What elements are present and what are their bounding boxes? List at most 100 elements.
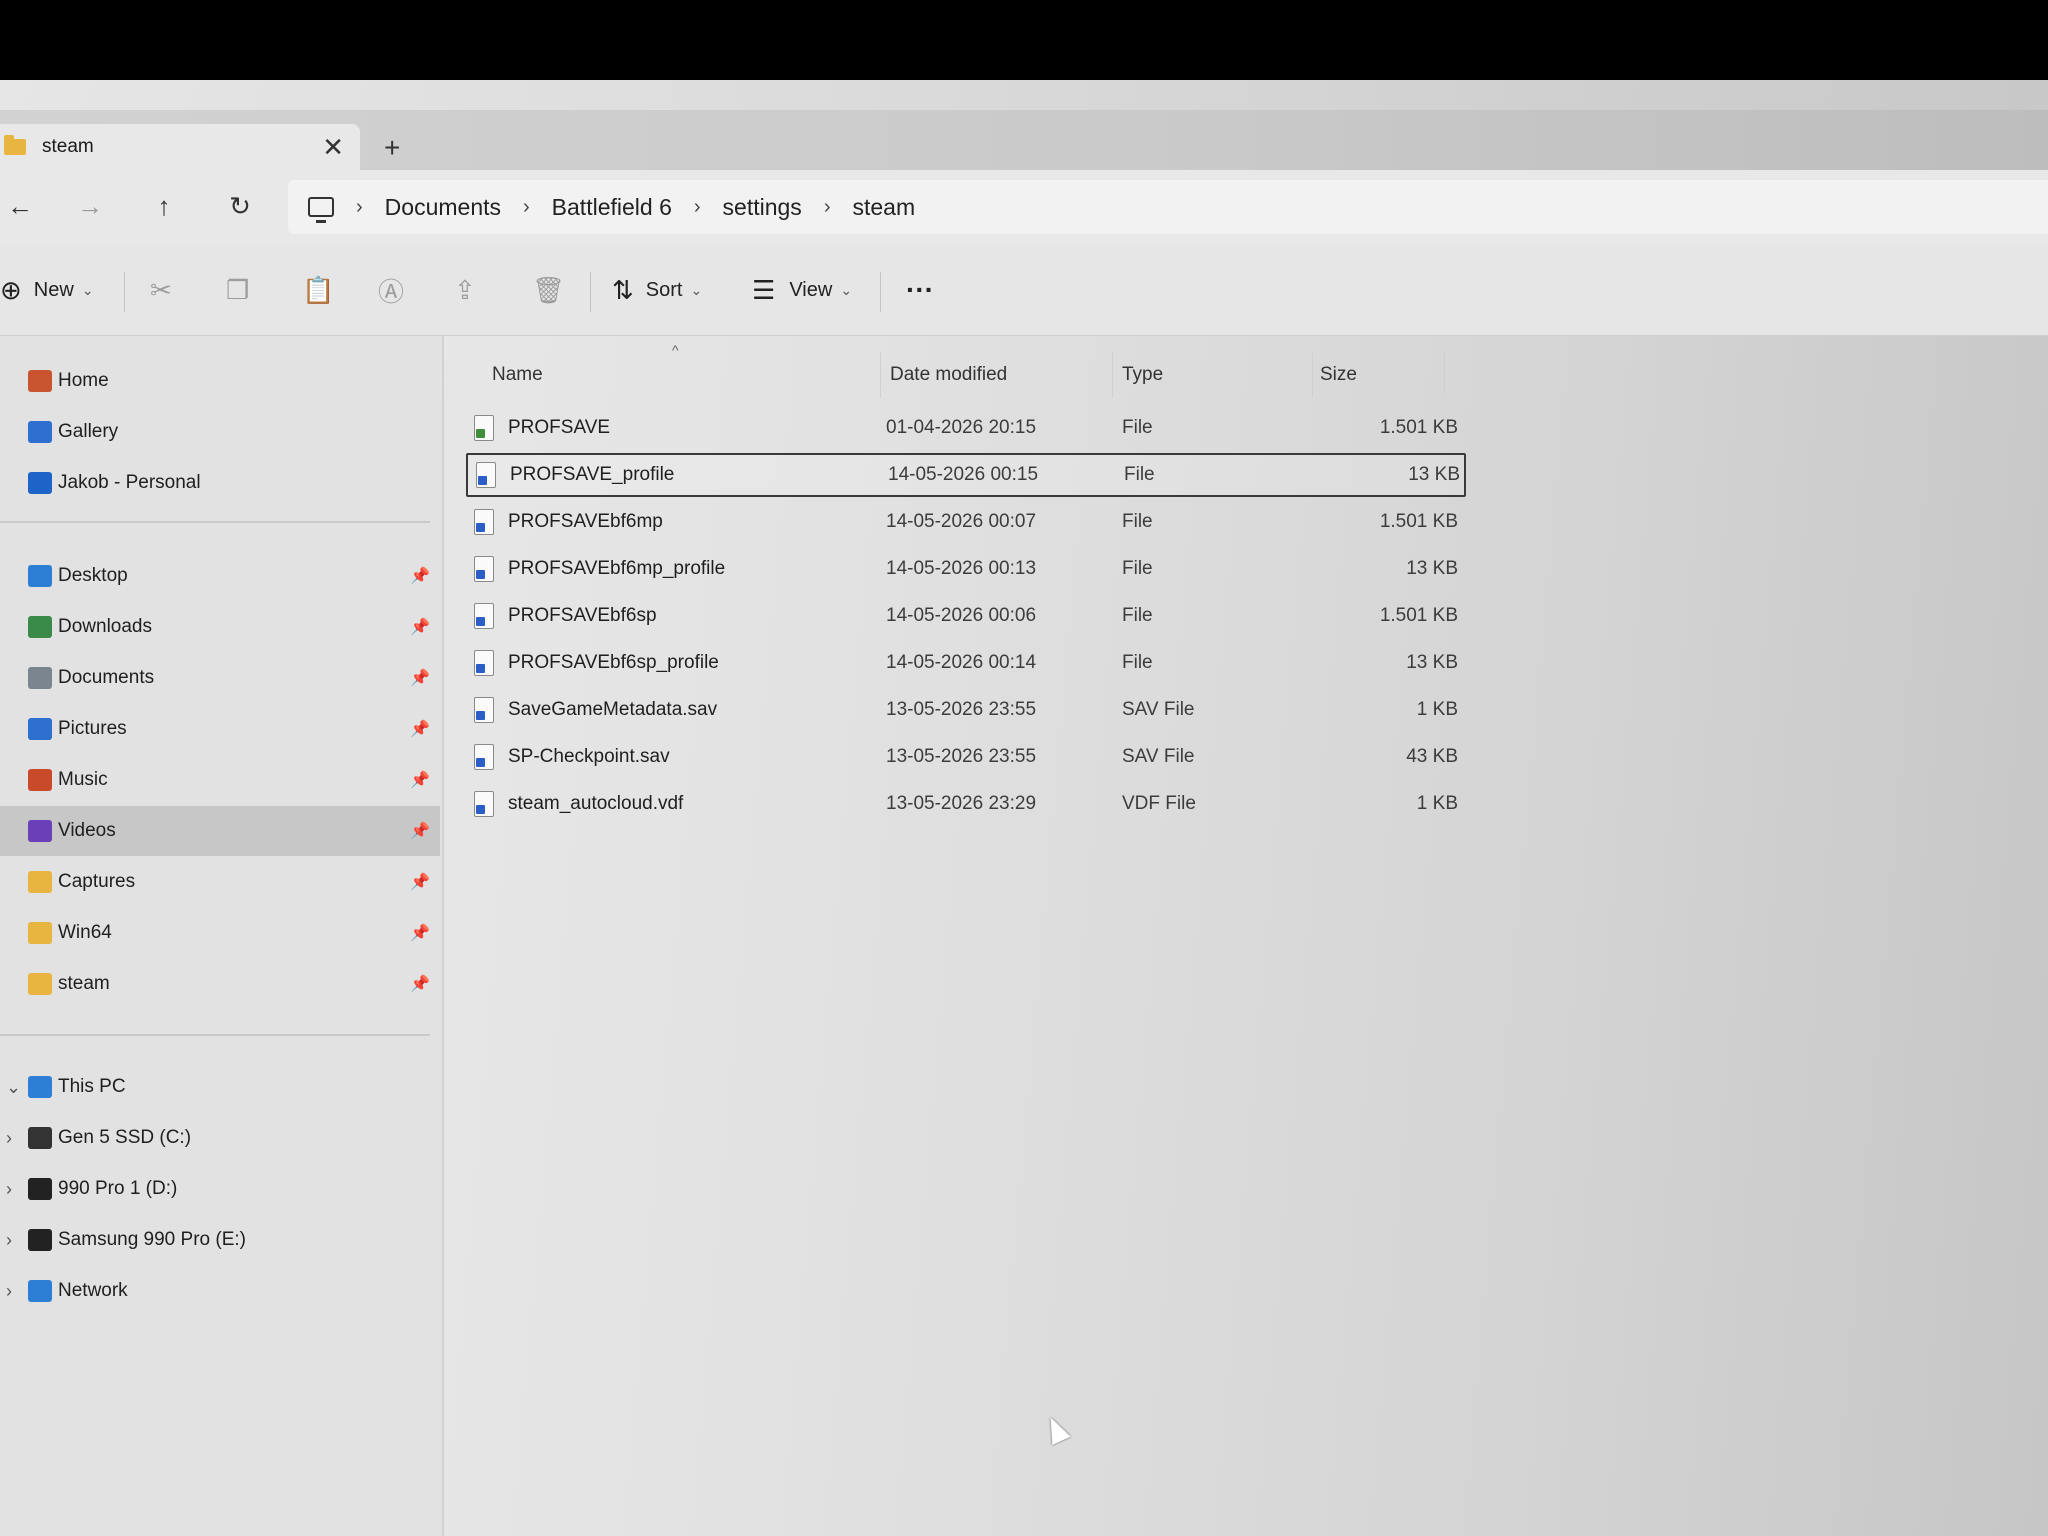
chevron-right-icon[interactable]: › xyxy=(356,196,363,219)
sidebar-item-videos[interactable]: Videos 📌 xyxy=(0,806,440,856)
sidebar-item-steam[interactable]: steam 📌 xyxy=(0,959,440,1009)
sidebar-item-gallery[interactable]: Gallery xyxy=(0,407,440,457)
rename-button[interactable]: Ⓐ xyxy=(378,270,404,310)
new-tab-button[interactable]: + xyxy=(384,132,400,164)
pin-icon[interactable]: 📌 xyxy=(410,974,430,994)
expand-chevron-icon[interactable]: › xyxy=(6,1128,12,1149)
expand-chevron-icon[interactable]: › xyxy=(6,1179,12,1200)
sidebar-item-pictures[interactable]: Pictures 📌 xyxy=(0,704,440,754)
sidebar-item-win64[interactable]: Win64 📌 xyxy=(0,908,440,958)
chevron-down-icon: ⌄ xyxy=(690,281,703,298)
up-button[interactable]: ↑ xyxy=(144,186,184,226)
address-bar[interactable]: › Documents › Battlefield 6 › settings ›… xyxy=(288,180,2048,234)
column-header-date[interactable]: Date modified xyxy=(890,350,1007,400)
sidebar-item-documents[interactable]: Documents 📌 xyxy=(0,653,440,703)
back-button[interactable]: ← xyxy=(0,186,40,226)
file-icon xyxy=(474,791,494,817)
pin-icon[interactable]: 📌 xyxy=(410,770,430,790)
column-divider[interactable] xyxy=(1312,352,1313,398)
sidebar-item-this-pc[interactable]: ⌄ This PC xyxy=(0,1062,440,1112)
file-row[interactable]: SP-Checkpoint.sav 13-05-2026 23:55 SAV Fil… xyxy=(466,735,1466,779)
file-row[interactable]: PROFSAVEbf6sp_profile 14-05-2026 00:14 Fil… xyxy=(466,641,1466,685)
close-tab-icon[interactable]: ✕ xyxy=(322,132,344,163)
column-header-size[interactable]: Size xyxy=(1320,350,1357,400)
file-type: File xyxy=(1122,558,1153,579)
column-header-name[interactable]: Name xyxy=(492,350,543,400)
breadcrumb-battlefield-6[interactable]: Battlefield 6 xyxy=(552,194,672,221)
sidebar-item-desktop[interactable]: Desktop 📌 xyxy=(0,551,440,601)
share-icon: ⇪ xyxy=(454,274,476,305)
pin-icon[interactable]: 📌 xyxy=(410,872,430,892)
file-size: 1 KB xyxy=(1416,793,1458,814)
file-size: 1.501 KB xyxy=(1379,605,1458,626)
column-divider[interactable] xyxy=(1444,352,1445,398)
file-icon xyxy=(474,415,494,441)
sidebar-item-captures[interactable]: Captures 📌 xyxy=(0,857,440,907)
desktop-icon xyxy=(28,565,52,587)
pin-icon[interactable]: 📌 xyxy=(410,566,430,586)
computer-icon[interactable] xyxy=(308,197,334,223)
sidebar-divider xyxy=(0,521,430,523)
sort-button[interactable]: ⇅ Sort ⌄ xyxy=(612,270,702,310)
refresh-button[interactable]: ↻ xyxy=(220,186,260,226)
chevron-down-icon: ⌄ xyxy=(840,281,853,298)
file-row[interactable]: PROFSAVE_profile 14-05-2026 00:15 File 13 K… xyxy=(466,453,1466,497)
tab-steam[interactable]: steam ✕ xyxy=(0,124,360,170)
file-row[interactable]: PROFSAVEbf6mp_profile 14-05-2026 00:13 Fil… xyxy=(466,547,1466,591)
column-divider[interactable] xyxy=(1112,352,1113,398)
file-name: steam_autocloud.vdf xyxy=(508,793,684,814)
view-button[interactable]: ☰ View ⌄ xyxy=(752,270,852,310)
file-row[interactable]: PROFSAVE 01-04-2026 20:15 File 1.501 KB xyxy=(466,406,1466,450)
file-icon xyxy=(474,603,494,629)
sidebar-item-downloads[interactable]: Downloads 📌 xyxy=(0,602,440,652)
file-date-modified: 14-05-2026 00:14 xyxy=(886,652,1037,673)
file-row[interactable]: SaveGameMetadata.sav 13-05-2026 23:55 SAV … xyxy=(466,688,1466,732)
file-name: PROFSAVEbf6sp_profile xyxy=(508,652,719,673)
copy-button[interactable]: ❐ xyxy=(226,270,249,310)
folder-icon xyxy=(28,871,52,893)
breadcrumb-documents[interactable]: Documents xyxy=(385,194,501,221)
sidebar-item-jakob-personal[interactable]: Jakob - Personal xyxy=(0,458,440,508)
more-options-button[interactable]: ··· xyxy=(906,270,934,310)
file-name: PROFSAVEbf6sp xyxy=(508,605,657,626)
forward-button[interactable]: → xyxy=(70,186,110,226)
file-row[interactable]: PROFSAVEbf6sp 14-05-2026 00:06 File 1.501 K… xyxy=(466,594,1466,638)
file-name: SaveGameMetadata.sav xyxy=(508,699,718,720)
sidebar-item-network[interactable]: › Network xyxy=(0,1266,440,1316)
pin-icon[interactable]: 📌 xyxy=(410,617,430,637)
expand-chevron-icon[interactable]: › xyxy=(6,1281,12,1302)
breadcrumb-settings[interactable]: settings xyxy=(723,194,802,221)
sidebar-item-label: Captures xyxy=(58,871,136,892)
sidebar-item-label: Gallery xyxy=(58,421,119,442)
file-row[interactable]: PROFSAVEbf6mp 14-05-2026 00:07 File 1.501 K… xyxy=(466,500,1466,544)
delete-button[interactable]: 🗑 xyxy=(532,270,565,310)
pin-icon[interactable]: 📌 xyxy=(410,668,430,688)
pin-icon[interactable]: 📌 xyxy=(410,821,430,841)
expand-chevron-icon[interactable]: ⌄ xyxy=(6,1077,21,1098)
new-button[interactable]: ⊕ New ⌄ xyxy=(0,270,94,310)
sidebar-divider xyxy=(0,1034,430,1036)
file-size: 1 KB xyxy=(1416,699,1458,720)
expand-chevron-icon[interactable]: › xyxy=(6,1230,12,1251)
pictures-icon xyxy=(28,718,52,740)
sidebar-item-label: Documents xyxy=(58,667,155,688)
sort-icon: ⇅ xyxy=(612,274,634,305)
column-divider[interactable] xyxy=(880,352,881,398)
chevron-right-icon[interactable]: › xyxy=(523,196,530,219)
column-header-type[interactable]: Type xyxy=(1122,350,1163,400)
breadcrumb-steam[interactable]: steam xyxy=(852,194,915,221)
sidebar-item-990-pro-1-d[interactable]: › 990 Pro 1 (D:) xyxy=(0,1164,440,1214)
pin-icon[interactable]: 📌 xyxy=(410,719,430,739)
sidebar-item-samsung-990-pro-e[interactable]: › Samsung 990 Pro (E:) xyxy=(0,1215,440,1265)
sidebar-item-home[interactable]: Home xyxy=(0,356,440,406)
videos-icon xyxy=(28,820,52,842)
sidebar-item-gen-5-ssd-c[interactable]: › Gen 5 SSD (C:) xyxy=(0,1113,440,1163)
file-row[interactable]: steam_autocloud.vdf 13-05-2026 23:29 VDF F… xyxy=(466,782,1466,826)
pin-icon[interactable]: 📌 xyxy=(410,923,430,943)
chevron-right-icon[interactable]: › xyxy=(694,196,701,219)
sidebar-item-music[interactable]: Music 📌 xyxy=(0,755,440,805)
cut-button[interactable]: ✂ xyxy=(150,270,172,310)
share-button[interactable]: ⇪ xyxy=(454,270,476,310)
chevron-right-icon[interactable]: › xyxy=(824,196,831,219)
paste-button[interactable]: 📋 xyxy=(302,270,334,310)
